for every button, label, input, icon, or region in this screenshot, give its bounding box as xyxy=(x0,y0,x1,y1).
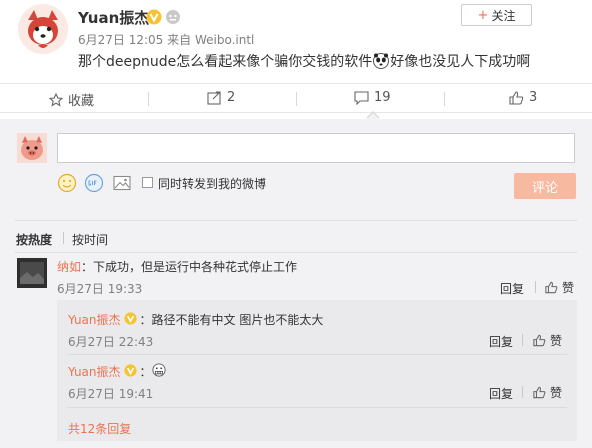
repost-count: 2 xyxy=(227,90,236,105)
sub-reply-body: ： xyxy=(139,365,152,379)
post-timestamp[interactable]: 6月27日 12:05 xyxy=(78,33,163,47)
sub-reply-reply-button[interactable]: 回复 xyxy=(489,333,513,350)
thumbs-up-icon xyxy=(533,334,546,347)
dark-photo-avatar-icon xyxy=(17,258,47,288)
post-text: 那个deepnude怎么看起来像个骗你交钱的软件 好像也没见人下成功啊 xyxy=(78,51,530,73)
thumbs-up-icon xyxy=(533,386,546,399)
repost-checkbox-label[interactable]: 同时转发到我的微博 xyxy=(158,175,266,192)
sub-reply-time: 6月27日 19:41 xyxy=(68,387,154,401)
view-more-replies-link[interactable]: 共12条回复 xyxy=(68,420,131,437)
author-name[interactable]: Yuan振杰 xyxy=(78,7,149,28)
post-source[interactable]: 来自 Weibo.intl xyxy=(167,33,254,47)
action-divider xyxy=(444,92,445,106)
like-label: 赞 xyxy=(550,386,563,400)
gif-icon xyxy=(84,173,104,193)
repost-button[interactable]: 2 xyxy=(207,90,235,105)
reply-like-divider xyxy=(522,386,523,398)
cartoon-pig-avatar-icon xyxy=(17,133,47,163)
comment-like-button[interactable]: 赞 xyxy=(545,279,574,296)
action-divider xyxy=(296,92,297,106)
favorite-label: 收藏 xyxy=(68,94,95,109)
verified-badge-icon xyxy=(123,363,137,380)
sub-reply-like-button[interactable]: 赞 xyxy=(533,332,562,349)
divider xyxy=(15,252,577,253)
sub-reply-text: Yuan振杰 ： xyxy=(68,363,166,380)
like-count: 3 xyxy=(529,90,538,105)
panel-caret-inner xyxy=(367,113,379,119)
like-label: 赞 xyxy=(550,334,563,348)
post-text-part1: 那个deepnude怎么看起来像个骗你交钱的软件 xyxy=(78,54,373,70)
sub-reply-body: ：路径不能有中文 图片也不能太大 xyxy=(139,313,324,327)
grimace-emoji-icon xyxy=(151,363,166,380)
divider xyxy=(67,354,567,355)
follow-label: 关注 xyxy=(491,8,516,23)
post-meta: 6月27日 12:05 来自 Weibo.intl xyxy=(78,31,254,48)
comment-count: 19 xyxy=(374,90,391,105)
emoji-picker-button[interactable] xyxy=(57,173,77,197)
sort-by-time-tab[interactable]: 按时间 xyxy=(72,231,108,248)
repost-checkbox[interactable] xyxy=(142,177,153,188)
cartoon-fox-avatar-icon xyxy=(18,4,68,54)
sub-reply-username[interactable]: Yuan振杰 xyxy=(68,363,121,380)
comment-text: 纳如：下成功，但是运行中各种花式停止工作 xyxy=(57,258,297,275)
smiley-icon xyxy=(57,173,77,193)
like-label: 赞 xyxy=(562,281,575,295)
like-button[interactable]: 3 xyxy=(509,90,537,105)
verified-badge-icon xyxy=(123,311,137,328)
sub-reply-text: Yuan振杰 ：路径不能有中文 图片也不能太大 xyxy=(68,311,323,328)
my-avatar[interactable] xyxy=(17,133,47,163)
sub-reply-time: 6月27日 22:43 xyxy=(68,335,154,349)
comment-reply-button[interactable]: 回复 xyxy=(500,280,524,297)
comment-button[interactable]: 19 xyxy=(354,90,391,105)
action-divider xyxy=(148,92,149,106)
comment-icon xyxy=(354,90,369,105)
comment-time: 6月27日 19:33 xyxy=(57,282,143,296)
comment-body: ：下成功，但是运行中各种花式停止工作 xyxy=(81,260,298,274)
reply-like-divider xyxy=(535,281,536,293)
sort-by-hot-tab[interactable]: 按热度 xyxy=(16,231,52,248)
divider xyxy=(67,407,567,408)
thumbs-up-icon xyxy=(509,90,524,105)
image-upload-button[interactable] xyxy=(112,173,132,197)
gif-button[interactable] xyxy=(84,173,104,197)
sub-reply-reply-button[interactable]: 回复 xyxy=(489,385,513,402)
comment-input[interactable] xyxy=(57,133,575,163)
repost-icon xyxy=(207,90,221,105)
plus-icon: + xyxy=(477,7,489,23)
post-text-part2: 好像也没见人下成功啊 xyxy=(390,54,531,70)
follow-button[interactable]: + 关注 xyxy=(461,4,532,26)
reply-like-divider xyxy=(522,334,523,346)
image-icon xyxy=(113,175,131,191)
comment-submit-button[interactable]: 评论 xyxy=(514,173,576,199)
divider xyxy=(15,220,577,221)
sub-reply-like-button[interactable]: 赞 xyxy=(533,384,562,401)
commenter-avatar[interactable] xyxy=(17,258,47,288)
star-icon xyxy=(49,92,63,107)
member-level-icon xyxy=(165,9,181,29)
sort-divider xyxy=(63,232,64,244)
commenter-name[interactable]: 纳如 xyxy=(57,260,81,274)
sub-reply-username[interactable]: Yuan振杰 xyxy=(68,311,121,328)
verified-badge-icon xyxy=(146,9,162,29)
author-avatar[interactable] xyxy=(18,4,68,54)
thumbs-up-icon xyxy=(545,281,558,294)
favorite-button[interactable]: 收藏 xyxy=(49,90,94,109)
panda-face-emoji-icon xyxy=(373,53,390,73)
